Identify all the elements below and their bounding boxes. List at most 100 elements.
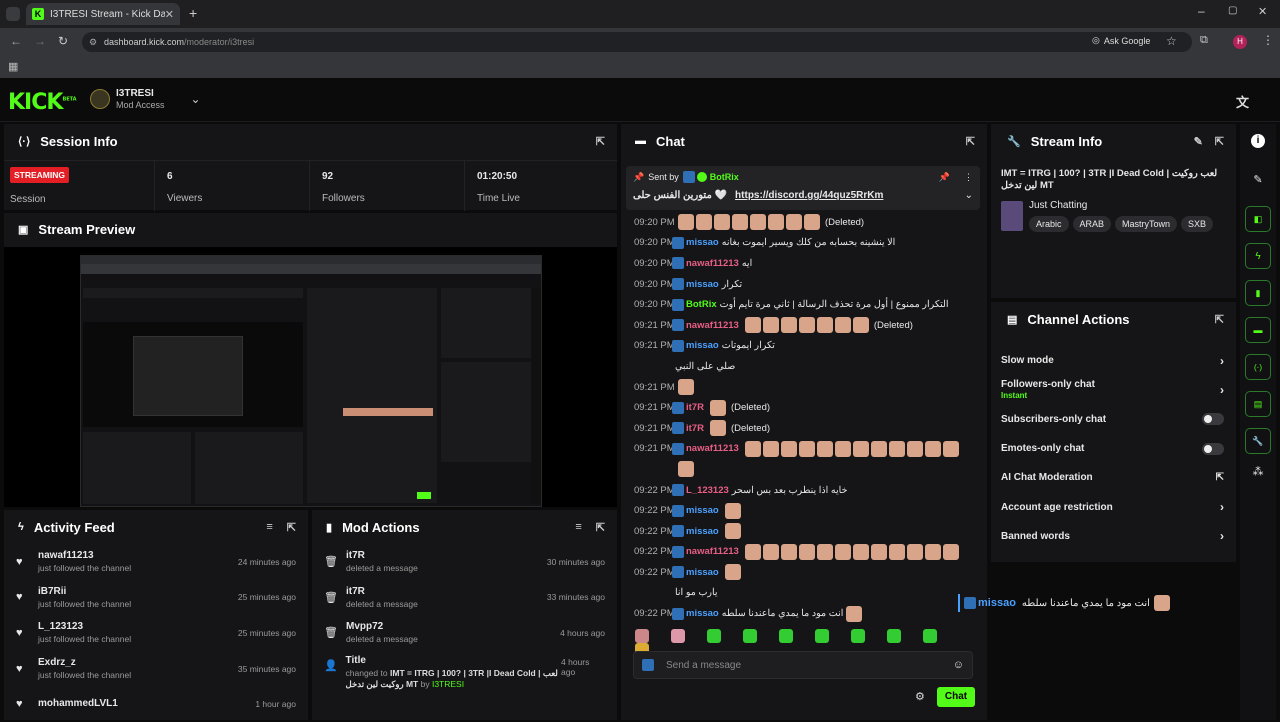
- message-user[interactable]: missao: [686, 567, 719, 578]
- activity-user[interactable]: iB7Rii: [38, 586, 131, 597]
- message-user[interactable]: missao: [686, 237, 719, 248]
- message-user[interactable]: nawaf11213: [686, 546, 739, 557]
- reload-icon[interactable]: ↻: [58, 34, 68, 48]
- message-user[interactable]: nawaf11213: [686, 320, 739, 331]
- browser-tab[interactable]: K I3TRESI Stream - Kick Dashboard ✕: [26, 3, 180, 25]
- activity-user[interactable]: mohammedLVL1: [38, 698, 118, 709]
- chat-message[interactable]: صلي على النبي: [621, 356, 987, 377]
- extensions-icon[interactable]: ⧉: [1200, 34, 1208, 47]
- quick-emote-icon[interactable]: [779, 629, 793, 643]
- sidebar-broadcast-icon[interactable]: (·): [1245, 354, 1271, 380]
- chat-message[interactable]: 09:20 PM (Deleted): [621, 212, 987, 233]
- chat-message[interactable]: 09:22 PM missao: [621, 562, 987, 583]
- popout-icon[interactable]: ⇱: [1215, 135, 1224, 148]
- toggle-switch[interactable]: [1202, 442, 1224, 455]
- quick-emote-icon[interactable]: [707, 629, 721, 643]
- message-user[interactable]: missao: [686, 505, 719, 516]
- sidebar-more-icon[interactable]: ⁂: [1240, 465, 1276, 478]
- chat-message[interactable]: 09:20 PM BotRix التكرار ممنوع | أول مرة تح…: [621, 294, 987, 315]
- back-icon[interactable]: ←: [10, 34, 22, 48]
- chat-messages[interactable]: 09:20 PM (Deleted) 09:20 PM missao الا ينشين…: [621, 212, 987, 624]
- quick-emote-icon[interactable]: [671, 629, 685, 643]
- message-user[interactable]: missao: [686, 608, 719, 619]
- chat-message[interactable]: 09:21 PM it7R (Deleted): [621, 418, 987, 439]
- sidebar-channel-icon[interactable]: ▤: [1245, 391, 1271, 417]
- mod-action-user[interactable]: it7R: [346, 550, 418, 561]
- stream-tag[interactable]: SXB: [1181, 216, 1214, 232]
- stream-preview-video[interactable]: [4, 247, 617, 507]
- forward-icon[interactable]: →: [34, 34, 46, 48]
- chat-message[interactable]: 09:21 PM: [621, 377, 987, 398]
- url-field[interactable]: ⚙ dashboard.kick.com/moderator/i3tresi: [82, 32, 1192, 52]
- translate-icon[interactable]: 文: [1236, 92, 1249, 111]
- quick-emote-icon[interactable]: [887, 629, 901, 643]
- channel-action-item[interactable]: Followers-only chat Instant ›: [991, 375, 1236, 404]
- more-options-icon[interactable]: ⋮: [964, 172, 973, 183]
- bookmark-star-icon[interactable]: ☆: [1166, 34, 1177, 48]
- profile-avatar[interactable]: H: [1233, 35, 1247, 49]
- message-user[interactable]: nawaf11213: [686, 258, 739, 269]
- stream-tag[interactable]: MastryTown: [1115, 216, 1178, 232]
- info-icon[interactable]: i: [1251, 134, 1265, 148]
- stream-tag[interactable]: Arabic: [1029, 216, 1069, 232]
- quick-emote-icon[interactable]: [815, 629, 829, 643]
- message-user[interactable]: it7R: [686, 423, 704, 434]
- mod-action-user[interactable]: Mvpp72: [346, 621, 418, 632]
- close-window-icon[interactable]: ✕: [1258, 5, 1267, 18]
- sidebar-activity-icon[interactable]: ϟ: [1245, 243, 1271, 269]
- sidebar-session-icon[interactable]: ◧: [1245, 206, 1271, 232]
- chat-message[interactable]: 09:20 PM nawaf11213 ايه: [621, 253, 987, 274]
- site-info-icon[interactable]: ⚙: [89, 32, 97, 52]
- category-name[interactable]: Just Chatting: [1029, 200, 1224, 211]
- chat-message[interactable]: 09:22 PM missao: [621, 500, 987, 521]
- settings-gear-icon[interactable]: ⚙: [915, 690, 925, 703]
- chat-message[interactable]: 09:22 PM L_123123 خايه اذا ينطرب بعد بس اس…: [621, 480, 987, 501]
- channel-action-item[interactable]: Slow mode ›: [991, 346, 1236, 375]
- edit-icon[interactable]: ✎: [1240, 173, 1276, 186]
- stream-tag[interactable]: ARAB: [1072, 216, 1112, 232]
- message-user[interactable]: BotRix: [686, 299, 717, 310]
- chat-message[interactable]: 09:22 PM missao انت مود ما يمدي ماعندنا سل…: [621, 603, 987, 624]
- maximize-icon[interactable]: ▢: [1228, 5, 1237, 16]
- chat-message[interactable]: يارب مو انا: [621, 583, 987, 604]
- pinned-link[interactable]: https://discord.gg/44quz5RrKm: [735, 190, 883, 201]
- send-chat-button[interactable]: Chat: [937, 687, 975, 707]
- channel-action-item[interactable]: Subscribers-only chat: [991, 405, 1236, 434]
- new-tab-icon[interactable]: +: [189, 5, 197, 21]
- unpin-icon[interactable]: 📌: [939, 172, 950, 183]
- popout-icon[interactable]: ⇱: [287, 521, 296, 534]
- channel-action-item[interactable]: Emotes-only chat: [991, 434, 1236, 463]
- edit-pencil-icon[interactable]: ✎: [1194, 135, 1203, 148]
- pinned-message[interactable]: 📌 Sent by BotRix 📌 ⋮ متورين الفنس حلى 🤍 …: [626, 166, 980, 210]
- channel-action-item[interactable]: AI Chat Moderation ⇱: [991, 463, 1236, 492]
- quick-emote-icon[interactable]: [851, 629, 865, 643]
- channel-switcher[interactable]: I3TRESI Mod Access ⌄: [90, 88, 201, 110]
- minimize-icon[interactable]: –: [1198, 4, 1205, 18]
- filter-icon[interactable]: ≡: [575, 521, 581, 533]
- chevron-down-icon[interactable]: ⌄: [965, 190, 973, 201]
- close-tab-icon[interactable]: ✕: [165, 8, 174, 21]
- chat-input[interactable]: Send a message ☺: [633, 651, 973, 679]
- message-user[interactable]: nawaf11213: [686, 443, 739, 454]
- chat-message[interactable]: 09:20 PM missao الا ينشينه بحسابه من كلك و…: [621, 233, 987, 254]
- chat-message[interactable]: 09:20 PM missao تكرار: [621, 274, 987, 295]
- activity-user[interactable]: nawaf11213: [38, 550, 131, 561]
- popout-icon[interactable]: ⇱: [596, 135, 605, 148]
- channel-action-item[interactable]: Banned words ›: [991, 522, 1236, 551]
- chat-message[interactable]: [621, 459, 987, 480]
- popout-icon[interactable]: ⇱: [1215, 313, 1224, 326]
- message-user[interactable]: missao: [686, 279, 719, 290]
- quick-emote-icon[interactable]: [743, 629, 757, 643]
- mod-action-user[interactable]: it7R: [346, 586, 418, 597]
- sidebar-wrench-icon[interactable]: 🔧: [1245, 428, 1271, 454]
- popout-icon[interactable]: ⇱: [596, 521, 605, 534]
- channel-action-item[interactable]: Account age restriction ›: [991, 492, 1236, 521]
- quick-emote-icon[interactable]: [923, 629, 937, 643]
- emoji-icon[interactable]: ☺: [953, 659, 964, 671]
- filter-icon[interactable]: ≡: [266, 521, 272, 533]
- chat-message[interactable]: 09:21 PM nawaf11213: [621, 439, 987, 460]
- sidebar-mod-actions-icon[interactable]: ▮: [1245, 280, 1271, 306]
- toggle-switch[interactable]: [1202, 413, 1224, 426]
- message-user[interactable]: missao: [686, 526, 719, 537]
- chat-message[interactable]: 09:21 PM nawaf11213 (Deleted): [621, 315, 987, 336]
